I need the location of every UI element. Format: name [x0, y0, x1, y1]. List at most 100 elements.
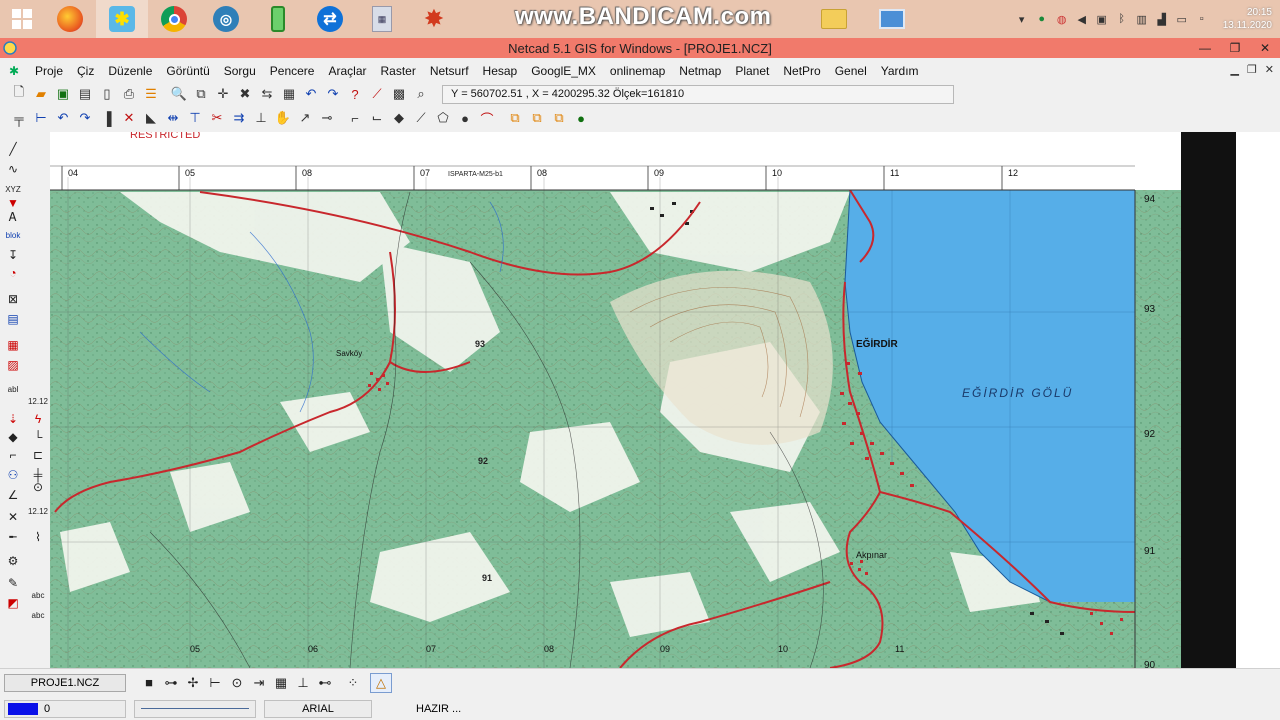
- select-cross-icon[interactable]: ✖: [234, 83, 256, 105]
- zoom-icon[interactable]: 🔍: [168, 83, 190, 105]
- offset-icon[interactable]: ⊥: [250, 107, 272, 129]
- text-tool-icon[interactable]: Ꭺ: [3, 208, 23, 226]
- window-1-icon[interactable]: ⧉: [504, 107, 526, 129]
- abc-icon[interactable]: abc: [28, 586, 48, 604]
- save-icon[interactable]: ▣: [52, 83, 74, 105]
- layer-grid-icon[interactable]: ⁘: [342, 673, 364, 693]
- snap-cross-icon[interactable]: ✢: [182, 673, 204, 693]
- pan-icon[interactable]: ✛: [212, 83, 234, 105]
- menu-duzenle[interactable]: Düzenle: [101, 64, 159, 78]
- line-tool-icon[interactable]: ╤: [8, 107, 30, 129]
- snap-arrow-icon[interactable]: ⇥: [248, 673, 270, 693]
- help-icon[interactable]: ?: [344, 83, 366, 105]
- connect-icon[interactable]: ⟋: [410, 107, 432, 129]
- undo-icon[interactable]: ↶: [300, 83, 322, 105]
- lightning-icon[interactable]: ϟ: [28, 410, 48, 428]
- page-icon[interactable]: ▯: [96, 83, 118, 105]
- mdi-minimize-button[interactable]: ▁: [1230, 63, 1238, 76]
- vertex-icon[interactable]: ◆: [388, 107, 410, 129]
- triangle-mode-icon[interactable]: △: [370, 672, 392, 693]
- taskbar-monitor[interactable]: [866, 0, 918, 38]
- line-type-icon[interactable]: ⊶: [160, 673, 182, 693]
- menu-raster[interactable]: Raster: [374, 64, 423, 78]
- display-icon[interactable]: ▣: [1095, 12, 1109, 26]
- triangle-icon[interactable]: ◣: [140, 107, 162, 129]
- join-icon[interactable]: ⇉: [228, 107, 250, 129]
- dimension-1212b-icon[interactable]: 12.12: [28, 502, 48, 520]
- redo-icon[interactable]: ↷: [322, 83, 344, 105]
- keyboard-icon[interactable]: ▭: [1175, 12, 1189, 26]
- menu-planet[interactable]: Planet: [728, 64, 776, 78]
- pin-icon[interactable]: ⌇: [28, 528, 48, 546]
- minimize-button[interactable]: —: [1190, 38, 1220, 58]
- cut-icon[interactable]: ✂: [206, 107, 228, 129]
- layer-color-cell[interactable]: 0: [4, 699, 126, 718]
- window-3-icon[interactable]: ⧉: [548, 107, 570, 129]
- line-style-cell[interactable]: [134, 699, 256, 718]
- menu-hesap[interactable]: Hesap: [476, 64, 525, 78]
- menu-goruntu[interactable]: Görüntü: [159, 64, 216, 78]
- network-icon[interactable]: ▟: [1155, 12, 1169, 26]
- dimension-1212-icon[interactable]: 12.12: [28, 392, 48, 410]
- window-2-icon[interactable]: ⧉: [526, 107, 548, 129]
- tray-app-icon[interactable]: ●: [1035, 12, 1049, 26]
- corner-icon[interactable]: ▐: [96, 107, 118, 129]
- menu-proje[interactable]: Proje: [28, 64, 70, 78]
- arrow-red-icon[interactable]: ⇣: [3, 410, 23, 428]
- frame-icon[interactable]: ⊠: [3, 290, 23, 308]
- menu-pencere[interactable]: Pencere: [263, 64, 322, 78]
- move-icon[interactable]: ⇆: [256, 83, 278, 105]
- gear-icon[interactable]: ⚙: [3, 552, 23, 570]
- windows-start-button[interactable]: [0, 0, 44, 38]
- menu-genel[interactable]: Genel: [828, 64, 874, 78]
- grid-icon[interactable]: ▦: [278, 83, 300, 105]
- measure-icon[interactable]: ⟋: [366, 83, 388, 105]
- layers-icon[interactable]: ☰: [140, 83, 162, 105]
- arrow-icon[interactable]: ↗: [294, 107, 316, 129]
- abc-2-icon[interactable]: abc: [28, 606, 48, 624]
- stop-icon[interactable]: ■: [138, 673, 160, 693]
- hatch-tool-icon[interactable]: ▦: [3, 336, 23, 354]
- corner-2-icon[interactable]: └: [28, 428, 48, 446]
- angle-icon[interactable]: ∠: [3, 486, 23, 504]
- color-pick-icon[interactable]: ◩: [3, 594, 23, 612]
- taskbar-clock[interactable]: 20:15 13.11.2020: [1223, 6, 1272, 32]
- rotate-right-icon[interactable]: ↷: [74, 107, 96, 129]
- search-icon[interactable]: ⌕: [410, 83, 432, 105]
- map-canvas[interactable]: 04 05 08 07 08 09 10 11 12 05 06 07 08 09 10 11 94 93 92…: [50, 132, 1236, 668]
- zoom-window-icon[interactable]: ⧉: [190, 83, 212, 105]
- bracket-icon[interactable]: ⊏: [28, 446, 48, 464]
- font-cell[interactable]: ARIAL: [264, 699, 372, 718]
- blok-icon[interactable]: blok: [3, 226, 23, 244]
- diamond-icon[interactable]: ◆: [3, 428, 23, 446]
- polygon-icon[interactable]: ⬠: [432, 107, 454, 129]
- extend-icon[interactable]: ⊤: [184, 107, 206, 129]
- usb-icon[interactable]: ▥: [1135, 12, 1149, 26]
- paint-icon[interactable]: ✎: [3, 574, 23, 592]
- doc-icon[interactable]: ▤: [3, 310, 23, 328]
- new-file-icon[interactable]: 🗋: [8, 83, 30, 105]
- language-icon[interactable]: ▫: [1195, 12, 1209, 26]
- mdi-close-button[interactable]: ✕: [1265, 63, 1274, 76]
- pattern-icon[interactable]: ▨: [3, 356, 23, 374]
- bomb-icon[interactable]: ●: [454, 107, 476, 129]
- menu-google-mx[interactable]: GooglE_MX: [524, 64, 603, 78]
- x-tool-icon[interactable]: ✕: [3, 508, 23, 526]
- menu-netmap[interactable]: Netmap: [672, 64, 728, 78]
- circle-icon[interactable]: ◔: [3, 264, 23, 282]
- menu-ciz[interactable]: Çiz: [70, 64, 101, 78]
- taskbar-folder[interactable]: [808, 0, 860, 38]
- rotate-left-icon[interactable]: ↶: [52, 107, 74, 129]
- open-folder-icon[interactable]: ▰: [30, 83, 52, 105]
- volume-icon[interactable]: ◀: [1075, 12, 1089, 26]
- step-icon[interactable]: ⌐: [3, 446, 23, 464]
- raster-icon[interactable]: ▩: [388, 83, 410, 105]
- snap-icon[interactable]: ⊸: [316, 107, 338, 129]
- abl-icon[interactable]: abl: [3, 380, 23, 398]
- apple-icon[interactable]: ●: [570, 107, 592, 129]
- taskbar-app-red[interactable]: ✸: [408, 0, 460, 38]
- project-tab[interactable]: PROJE1.NCZ: [4, 673, 126, 692]
- chevron-up-icon[interactable]: ▾: [1015, 12, 1029, 26]
- grid-toggle-icon[interactable]: ▦: [270, 673, 292, 693]
- close-button[interactable]: ✕: [1250, 38, 1280, 58]
